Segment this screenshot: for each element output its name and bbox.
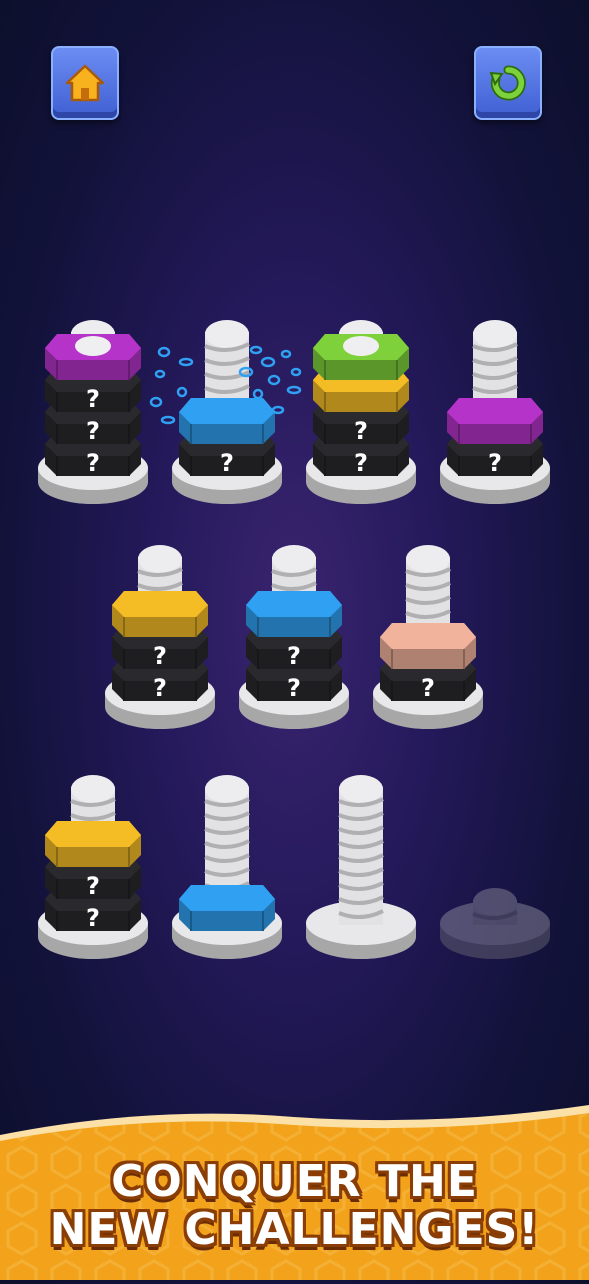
screw-slot[interactable]: ?: [372, 535, 484, 735]
screw-slot[interactable]: [171, 765, 283, 965]
restart-button[interactable]: [474, 46, 542, 120]
mystery-label: ?: [488, 449, 502, 477]
screw-slot[interactable]: ?: [439, 310, 551, 510]
mystery-label: ?: [86, 449, 100, 477]
banner-line-1: CONQUER THE: [111, 1156, 478, 1207]
home-button[interactable]: [51, 46, 119, 120]
peach-nut[interactable]: [380, 623, 476, 669]
blue-nut[interactable]: [179, 885, 275, 931]
screw-slot[interactable]: ??: [37, 765, 149, 965]
mystery-label: ?: [86, 904, 100, 932]
mystery-label: ?: [354, 449, 368, 477]
mystery-label: ?: [287, 674, 301, 702]
screw-slot[interactable]: ??: [238, 535, 350, 735]
mystery-label: ?: [86, 385, 100, 413]
mystery-label: ?: [354, 417, 368, 445]
mystery-label: ?: [220, 449, 234, 477]
yellow-nut[interactable]: [45, 821, 141, 867]
screw-slot[interactable]: ???: [37, 310, 149, 510]
mystery-label: ?: [153, 674, 167, 702]
screw-slot[interactable]: [305, 765, 417, 965]
screw-slot[interactable]: ??: [305, 310, 417, 510]
blue-nut[interactable]: [246, 591, 342, 637]
purple-nut[interactable]: [447, 398, 543, 444]
mystery-label: ?: [153, 642, 167, 670]
mystery-label: ?: [86, 872, 100, 900]
restart-icon: [489, 65, 526, 101]
screw-slot[interactable]: ??: [104, 535, 216, 735]
home-icon: [65, 64, 105, 102]
banner-line-2: NEW CHALLENGES!: [49, 1204, 540, 1255]
locked-screw-slot[interactable]: [439, 765, 551, 965]
splash-effect: [149, 345, 302, 425]
mystery-label: ?: [287, 642, 301, 670]
mystery-label: ?: [86, 417, 100, 445]
yellow-nut[interactable]: [112, 591, 208, 637]
mystery-label: ?: [421, 674, 435, 702]
